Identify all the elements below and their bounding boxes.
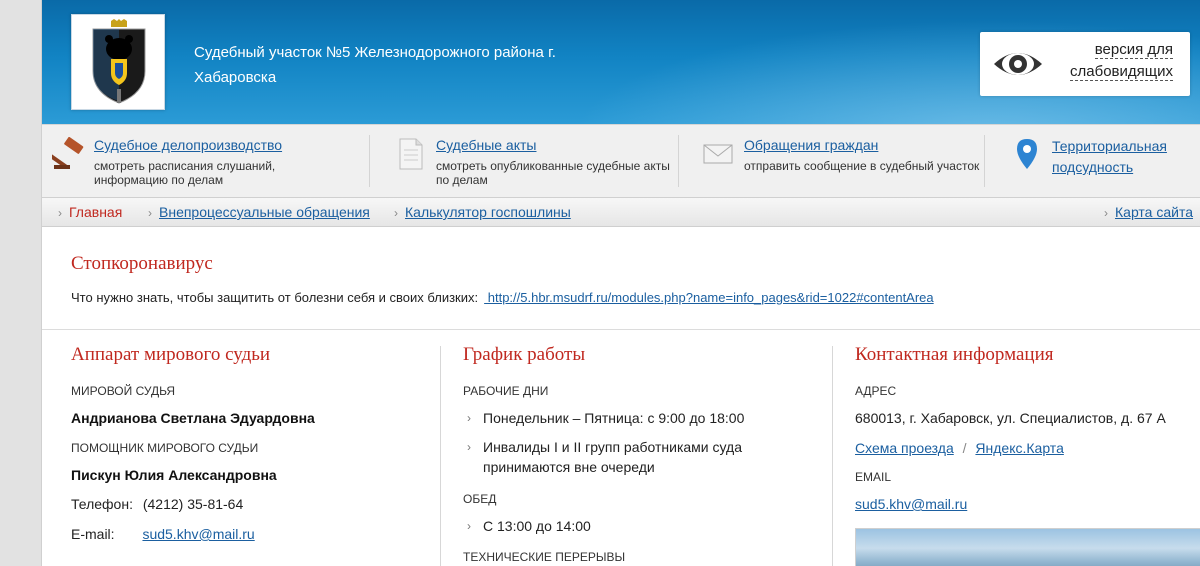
phone-value: (4212) 35-81-64 [142, 496, 244, 512]
nav-duty-calculator[interactable]: › Калькулятор госпошлины [394, 204, 571, 220]
breaks-label: ТЕХНИЧЕСКИЕ ПЕРЕРЫВЫ [463, 550, 626, 564]
workdays-label: РАБОЧИЕ ДНИ [463, 384, 549, 398]
yandex-map-link[interactable]: Яндекс.Карта [975, 440, 1063, 456]
contacts-title: Контактная информация [855, 344, 1054, 365]
service-title[interactable]: Судебные акты [436, 137, 536, 153]
breadcrumb-nav: › Главная › Внепроцессуальные обращения › К… [42, 197, 1200, 227]
gavel-icon [52, 137, 84, 169]
address-label: АДРЕС [855, 384, 897, 398]
service-citizen-appeals[interactable]: Обращения граждан отправить сообщение в … [702, 125, 1002, 198]
schedule-title: График работы [463, 344, 586, 365]
site-title: Судебный участок №5 Железнодорожного рай… [194, 44, 556, 86]
khabarovsk-krai-emblem-icon [92, 19, 146, 104]
low-vision-version-button[interactable]: версия для слабовидящих [980, 32, 1190, 96]
lunch-label: ОБЕД [463, 492, 497, 506]
route-scheme-link[interactable]: Схема проезда [855, 440, 954, 456]
chevron-right-icon: › [467, 440, 471, 454]
column-divider [832, 346, 833, 566]
email-label: E-mail: [71, 526, 115, 542]
service-desc: смотреть опубликованные судебные акты по… [436, 159, 670, 187]
nav-sitemap[interactable]: › Карта сайта [1104, 204, 1193, 220]
nav-extraprocedural-appeals[interactable]: › Внепроцессуальные обращения [148, 204, 370, 220]
list-item: › Инвалиды I и II групп работниками суда… [467, 439, 742, 475]
service-divider [984, 135, 985, 187]
chevron-right-icon: › [467, 519, 471, 533]
nav-home[interactable]: › Главная [58, 204, 122, 220]
chevron-right-icon: › [467, 411, 471, 425]
service-divider [369, 135, 370, 187]
link-separator: / [962, 440, 967, 456]
chevron-right-icon: › [1104, 206, 1108, 220]
contact-email-link[interactable]: sud5.khv@mail.ru [855, 496, 967, 512]
chevron-right-icon: › [58, 206, 62, 220]
service-title[interactable]: Судебное делопроизводство [94, 137, 282, 153]
address-value: 680013, г. Хабаровск, ул. Специалистов, … [855, 410, 1166, 426]
services-bar: Судебное делопроизводство смотреть распи… [42, 124, 1200, 197]
assistant-name: Пискун Юлия Александровна [71, 467, 277, 483]
eye-icon [994, 53, 1042, 75]
list-item: › С 13:00 до 14:00 [467, 518, 591, 534]
building-photo[interactable] [855, 528, 1200, 566]
service-court-proceedings[interactable]: Судебное делопроизводство смотреть распи… [52, 125, 352, 198]
left-gutter [0, 0, 42, 566]
phone-label: Телефон: [71, 496, 133, 512]
email-link[interactable]: sud5.khv@mail.ru [142, 526, 254, 542]
apparatus-title: Аппарат мирового судьи [71, 344, 271, 365]
service-title[interactable]: Обращения граждан [744, 137, 878, 153]
news-text: Что нужно знать, чтобы защитить от болез… [71, 290, 479, 305]
envelope-icon [703, 144, 733, 164]
judge-name: Андрианова Светлана Эдуардовна [71, 410, 315, 426]
list-item: › Понедельник – Пятница: с 9:00 до 18:00 [467, 410, 745, 426]
service-divider [678, 135, 679, 187]
emblem-logo[interactable] [71, 14, 165, 110]
map-pin-icon [1017, 139, 1037, 169]
service-court-acts[interactable]: Судебные акты смотреть опубликованные су… [394, 125, 694, 198]
news-block: Стопкоронавирус Что нужно знать, чтобы з… [42, 228, 1200, 330]
low-vision-label: версия для слабовидящих [1070, 41, 1173, 81]
service-desc: отправить сообщение в судебный участок [744, 159, 980, 173]
news-title: Стопкоронавирус [71, 253, 213, 274]
apparatus-column: Аппарат мирового судьи МИРОВОЙ СУДЬЯ Анд… [71, 330, 431, 566]
page: Судебный участок №5 Железнодорожного рай… [42, 0, 1200, 566]
news-link[interactable]: http://5.hbr.msudrf.ru/modules.php?name=… [484, 290, 934, 305]
judge-label: МИРОВОЙ СУДЬЯ [71, 384, 176, 398]
schedule-column: График работы РАБОЧИЕ ДНИ › Понедельник … [463, 330, 823, 566]
column-divider [440, 346, 441, 566]
assistant-label: ПОМОЩНИК МИРОВОГО СУДЬИ [71, 441, 259, 455]
site-header: Судебный участок №5 Железнодорожного рай… [42, 0, 1200, 124]
service-desc: смотреть расписания слушаний, информацию… [94, 159, 276, 187]
service-territorial-jurisdiction[interactable]: Территориальная подсудность [1010, 125, 1200, 198]
service-title[interactable]: Территориальная подсудность [1052, 136, 1192, 178]
contacts-column: Контактная информация АДРЕС 680013, г. Х… [855, 330, 1200, 566]
chevron-right-icon: › [394, 206, 398, 220]
document-icon [399, 138, 423, 170]
chevron-right-icon: › [148, 206, 152, 220]
email-label: EMAIL [855, 470, 892, 484]
